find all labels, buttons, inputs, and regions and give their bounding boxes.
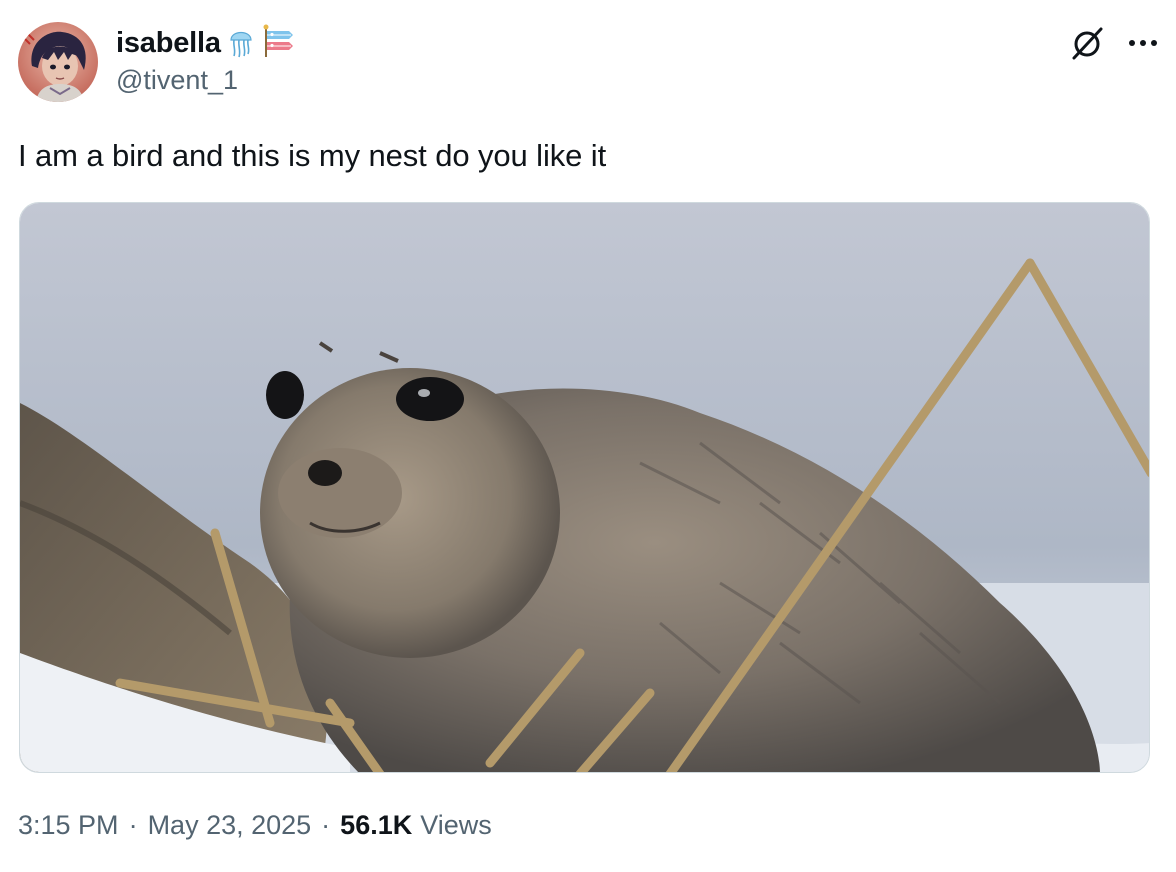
tweet-media[interactable] xyxy=(19,202,1150,773)
views-count: 56.1K xyxy=(340,810,413,840)
tweet-header: isabella @tivent_1 xyxy=(18,20,1158,104)
more-dots-icon[interactable] xyxy=(1128,38,1158,48)
author-handle[interactable]: @tivent_1 xyxy=(116,65,297,96)
grok-slash-circle-icon[interactable] xyxy=(1068,24,1106,62)
jellyfish-icon xyxy=(225,24,257,63)
avatar-image xyxy=(18,22,98,102)
seal-pup-photo xyxy=(20,203,1149,772)
tweet-text: I am a bird and this is my nest do you l… xyxy=(18,138,607,173)
tweet-date-link[interactable]: May 23, 2025 xyxy=(148,810,312,841)
avatar[interactable] xyxy=(18,22,98,102)
display-name-row: isabella xyxy=(116,24,297,62)
tweet-actions-top xyxy=(1068,24,1158,62)
author-names: isabella @tivent_1 xyxy=(116,24,297,96)
meta-separator: · xyxy=(128,810,138,840)
tweet-card: isabella @tivent_1 I am a bird and this … xyxy=(0,0,1176,872)
display-name[interactable]: isabella xyxy=(116,27,221,60)
tweet-time-link[interactable]: 3:15 PM xyxy=(18,810,119,841)
views-label: Views xyxy=(420,810,492,840)
tweet-meta: 3:15 PM · May 23, 2025 · 56.1K Views xyxy=(18,810,492,841)
meta-separator: · xyxy=(321,810,331,840)
carp-streamer-icon xyxy=(261,23,297,64)
